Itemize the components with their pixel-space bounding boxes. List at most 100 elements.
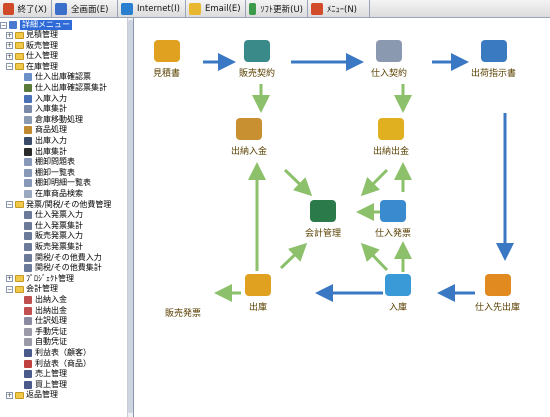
sidebar-item-label: 入庫入力: [35, 93, 67, 103]
flow-node-label: 入庫: [388, 303, 407, 313]
toolbar: 終了(X) 全画面(E) Internet(I) Email(E) ｿﾌﾄ更新(U) ﾒﾆ…: [0, 0, 550, 18]
sidebar-item[interactable]: 棚卸一覧表: [0, 168, 130, 178]
menu-item-icon: [24, 370, 32, 379]
flow-diagram: 見積書 販売契約 仕入契約 出荷指示書出納入金 出納出金会計管理 仕入発票販売発票 出庫 入庫…: [135, 18, 550, 417]
sidebar-item-label: 返品管理: [26, 390, 58, 400]
sidebar-item[interactable]: 自動凭证: [0, 337, 130, 347]
menu-item-icon: [24, 105, 32, 114]
folder-icon: [15, 201, 24, 209]
sidebar-folder[interactable]: − 在庫管理: [0, 62, 130, 72]
sidebar-item[interactable]: 売上管理: [0, 369, 130, 379]
menu-item-icon: [24, 349, 32, 357]
collapse-icon[interactable]: −: [0, 21, 7, 29]
sidebar-item[interactable]: 関税/その他費集計: [0, 263, 130, 273]
sidebar-item[interactable]: 在庫商品検索: [0, 189, 130, 199]
toolbar-button-internet[interactable]: Internet(I): [118, 0, 186, 18]
sidebar-item-label: 在庫商品検索: [35, 189, 83, 198]
sidebar-item-label: 出納出金: [35, 305, 67, 315]
sidebar-item[interactable]: 出庫集計: [0, 147, 130, 157]
sidebar-item[interactable]: 商品処理: [0, 125, 130, 135]
expand-icon[interactable]: +: [6, 31, 13, 39]
sidebar-folder[interactable]: + ﾌﾟﾛｼﾞｪｸﾄ管理: [0, 274, 130, 284]
box-icon: [245, 274, 271, 296]
expand-icon[interactable]: +: [6, 42, 13, 50]
sidebar-item[interactable]: 販売発票入力: [0, 231, 130, 241]
email-icon: [189, 3, 201, 15]
sidebar-folder[interactable]: + 仕入管理: [0, 51, 130, 61]
sidebar-item[interactable]: 入庫集計: [0, 104, 130, 114]
toolbar-button-menu[interactable]: ﾒﾆｭｰ(N): [308, 0, 370, 18]
sidebar-item[interactable]: 出納出金: [0, 306, 130, 316]
menu-item-icon: [24, 296, 32, 304]
sidebar-item-label: 売上管理: [35, 369, 67, 379]
menu-item-icon: [24, 190, 32, 198]
sidebar-item-label: ﾌﾟﾛｼﾞｪｸﾄ管理: [26, 273, 74, 283]
menu-item-icon: [24, 84, 32, 92]
flow-node-label: 見積書: [153, 69, 181, 79]
sidebar-folder[interactable]: + 販売管理: [0, 41, 130, 51]
tray-icon: [385, 274, 411, 296]
toolbar-button-email[interactable]: Email(E): [186, 0, 246, 18]
flow-node-hanbai-keiyaku[interactable]: 販売契約: [239, 40, 275, 79]
toolbar-button-label: 終了(X): [17, 5, 47, 15]
toolbar-button-label: Email(E): [205, 4, 241, 14]
flow-node-suitou-nyukin[interactable]: 出納入金: [231, 118, 267, 157]
boxes-icon: [484, 274, 511, 296]
flow-node-shiire-saki[interactable]: 仕入先出庫: [475, 274, 520, 313]
sidebar-item[interactable]: 販売発票集計: [0, 242, 130, 252]
binder-icon: [244, 40, 270, 62]
flow-node-shiire-keiyaku[interactable]: 仕入契約: [371, 40, 407, 79]
sidebar-item-label: 関税/その他費入力: [35, 252, 102, 262]
expand-icon[interactable]: +: [6, 275, 13, 283]
flow-node-mitsumori[interactable]: 見積書: [153, 40, 180, 79]
sidebar-item-label: 棚卸一覧表: [35, 167, 75, 177]
folder-icon: [15, 31, 24, 39]
expand-icon[interactable]: +: [6, 391, 13, 399]
sidebar-item[interactable]: 仕入出庫確認票集計: [0, 83, 130, 93]
sidebar-item[interactable]: 仕入出庫確認票: [0, 72, 130, 82]
flow-node-hanbai-hatsu[interactable]: 販売発票: [165, 280, 201, 319]
toolbar-button-label: 全画面(E): [71, 5, 109, 15]
sidebar-item[interactable]: 入庫入力: [0, 94, 130, 104]
flow-node-shukka[interactable]: 出荷指示書: [471, 40, 516, 79]
sidebar-item[interactable]: 仕入発票集計: [0, 221, 130, 231]
sidebar-item[interactable]: 倉庫移動処理: [0, 115, 130, 125]
sidebar-folder[interactable]: + 返品管理: [0, 390, 130, 400]
collapse-icon[interactable]: −: [6, 63, 13, 71]
sidebar-item[interactable]: 関税/その他費入力: [0, 253, 130, 263]
menu-tree-icon: [9, 21, 17, 29]
sidebar-folder[interactable]: − 発票/関税/その他費管理: [0, 200, 130, 210]
menu-item-icon: [24, 232, 32, 241]
flow-node-kaikei[interactable]: 会計管理: [305, 200, 341, 239]
toolbar-button-update[interactable]: ｿﾌﾄ更新(U): [246, 0, 308, 18]
sidebar-item[interactable]: 棚卸問題表: [0, 157, 130, 167]
sidebar-item[interactable]: 仕訳処理: [0, 316, 130, 326]
sidebar-menu: − 詳細メニュー + 見積管理 + 販売管理 + 仕入管理 − 在庫管理 仕入出庫確認票 仕入出庫…: [0, 18, 134, 417]
menu-item-icon: [24, 380, 32, 389]
flow-node-shukko[interactable]: 出庫: [245, 274, 271, 313]
sidebar-item[interactable]: 出庫入力: [0, 136, 130, 146]
flow-node-label: 出荷指示書: [471, 69, 517, 79]
document-icon: [376, 40, 402, 62]
flow-node-shiire-hatsu[interactable]: 仕入発票: [375, 200, 411, 239]
sidebar-item[interactable]: 買上管理: [0, 380, 130, 390]
flow-node-nyuko[interactable]: 入庫: [385, 274, 411, 313]
computer-icon: [310, 200, 336, 222]
sidebar-item[interactable]: 棚卸明細一覧表: [0, 178, 130, 188]
collapse-icon[interactable]: −: [6, 201, 13, 209]
sidebar-item[interactable]: 手動凭证: [0, 327, 130, 337]
sidebar-item[interactable]: 利益表（顧客）: [0, 348, 130, 358]
sidebar-folder[interactable]: − 会計管理: [0, 284, 130, 294]
flow-node-suitou-shukkin[interactable]: 出納出金: [373, 118, 409, 157]
sidebar-item-label: 仕訳処理: [35, 316, 67, 326]
toolbar-button-fullscreen[interactable]: 全画面(E): [52, 0, 118, 18]
collapse-icon[interactable]: −: [6, 285, 13, 293]
expand-icon[interactable]: +: [6, 52, 13, 60]
toolbar-button-exit[interactable]: 終了(X): [0, 0, 52, 18]
sidebar-item[interactable]: 仕入発票入力: [0, 210, 130, 220]
sidebar-item[interactable]: 出納入金: [0, 295, 130, 305]
sidebar-root[interactable]: − 詳細メニュー: [0, 20, 130, 30]
toolbar-button-label: Internet(I): [137, 4, 180, 14]
sidebar-folder[interactable]: + 見積管理: [0, 30, 130, 40]
sidebar-item[interactable]: 利益表（商品）: [0, 359, 130, 369]
